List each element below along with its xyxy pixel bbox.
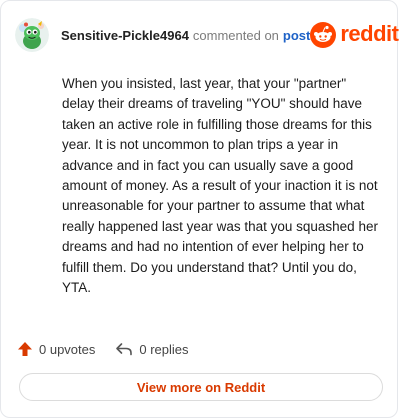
reply-action[interactable]: 0 replies [115,341,189,357]
comment-actions: 0 upvotes 0 replies [17,339,189,359]
upvote-arrow-icon [18,342,32,356]
upvote-count: 0 upvotes [39,341,96,357]
user-avatar[interactable] [15,18,49,52]
reply-count: 0 replies [139,341,189,357]
reddit-snoo-icon [310,22,337,48]
comment-header: Sensitive-Pickle4964 commented on post r… [15,17,399,53]
author-username[interactable]: Sensitive-Pickle4964 [61,28,189,43]
post-link[interactable]: post [283,28,310,43]
view-more-button[interactable]: View more on Reddit [19,373,383,401]
reddit-logo[interactable]: reddit [310,21,399,48]
reddit-wordmark: reddit [340,21,399,46]
comment-meta: Sensitive-Pickle4964 commented on post [61,28,310,43]
reply-arrow-icon [116,343,133,356]
upvote-action[interactable]: 0 upvotes [17,341,95,357]
commented-on-text: commented on [192,27,279,43]
comment-card: Sensitive-Pickle4964 commented on post r… [0,0,399,418]
comment-body: When you insisted, last year, that your … [62,76,378,296]
snoo-avatar-icon [15,18,49,52]
